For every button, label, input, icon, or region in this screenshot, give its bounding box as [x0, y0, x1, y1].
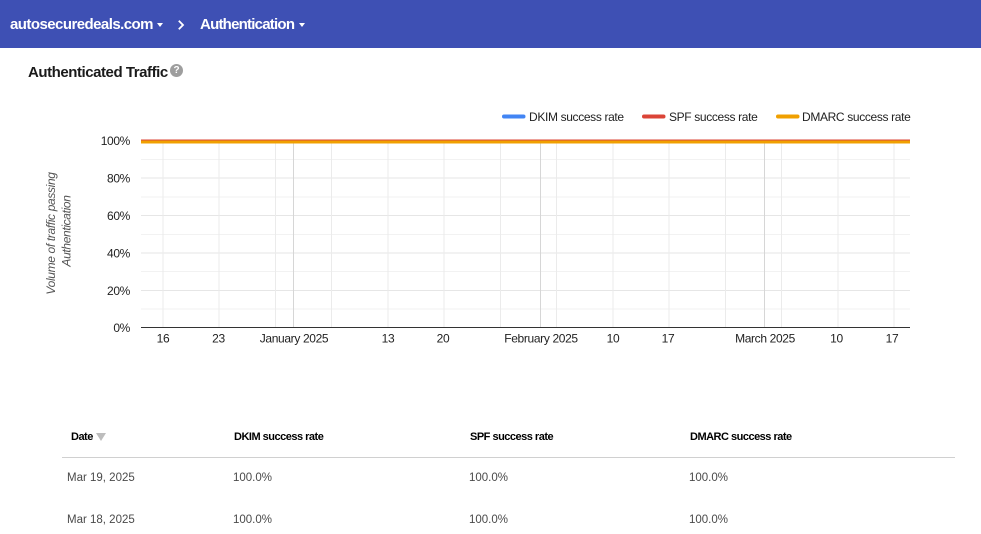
- svg-text:10: 10: [830, 332, 843, 346]
- svg-text:23: 23: [212, 332, 225, 346]
- svg-text:DKIM success rate: DKIM success rate: [529, 110, 624, 124]
- svg-text:20: 20: [437, 332, 450, 346]
- svg-text:17: 17: [886, 332, 899, 346]
- svg-text:80%: 80%: [107, 172, 131, 186]
- svg-text:March 2025: March 2025: [735, 332, 796, 346]
- svg-text:100%: 100%: [101, 134, 131, 148]
- svg-text:January 2025: January 2025: [260, 332, 329, 346]
- svg-text:17: 17: [662, 332, 675, 346]
- svg-text:20%: 20%: [107, 284, 131, 298]
- svg-text:0%: 0%: [113, 321, 130, 335]
- svg-text:13: 13: [382, 332, 395, 346]
- svg-text:February 2025: February 2025: [504, 332, 578, 346]
- svg-text:40%: 40%: [107, 247, 131, 261]
- svg-text:SPF success rate: SPF success rate: [669, 110, 758, 124]
- svg-text:16: 16: [157, 332, 170, 346]
- svg-text:60%: 60%: [107, 209, 131, 223]
- svg-text:Volume of traffic passing: Volume of traffic passing: [44, 172, 58, 295]
- svg-text:Authentication: Authentication: [60, 195, 74, 268]
- svg-text:10: 10: [607, 332, 620, 346]
- svg-text:DMARC success rate: DMARC success rate: [802, 110, 911, 124]
